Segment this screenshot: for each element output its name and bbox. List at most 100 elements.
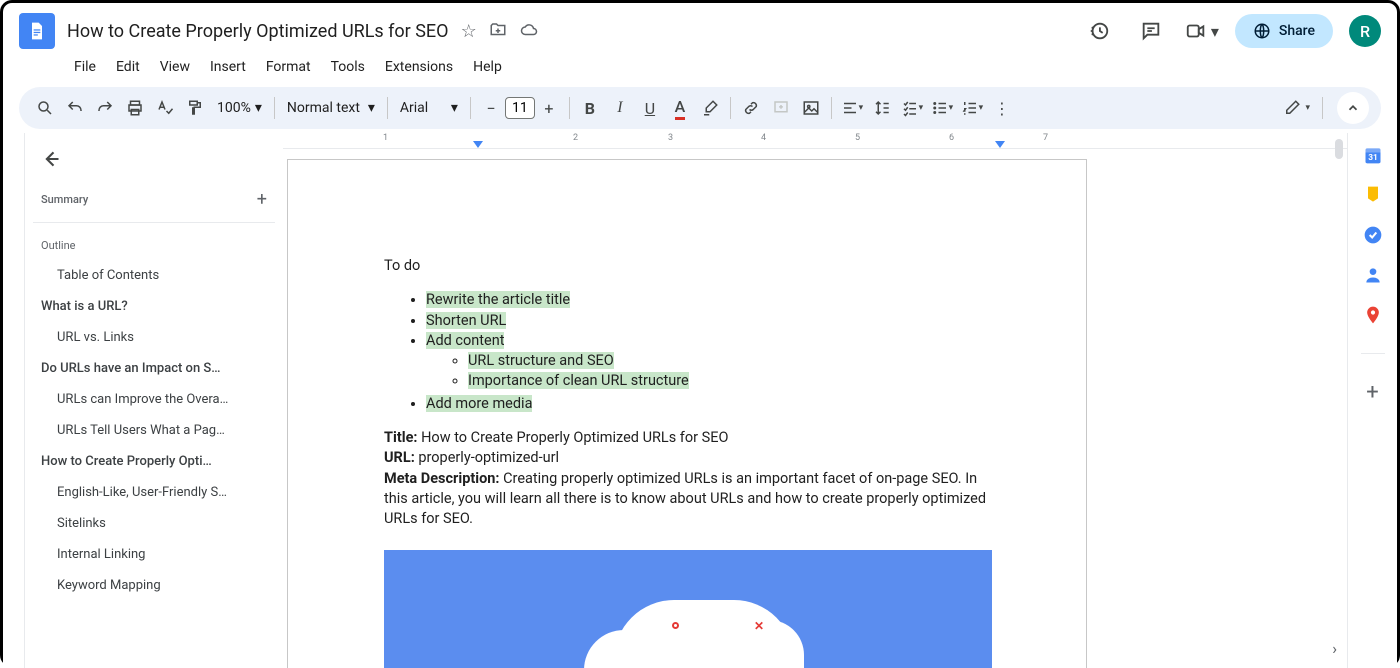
numbered-list-button[interactable]: ▾ (958, 94, 986, 122)
document-title[interactable]: How to Create Properly Optimized URLs fo… (67, 21, 449, 42)
scrollbar-thumb[interactable] (1335, 139, 1343, 159)
contacts-icon[interactable] (1363, 265, 1383, 285)
add-addon-icon[interactable]: + (1363, 382, 1383, 402)
checklist-button[interactable]: ▾ (898, 94, 926, 122)
move-icon[interactable] (489, 21, 507, 42)
outline-item[interactable]: URL vs. Links (33, 322, 275, 353)
decrease-font-icon[interactable]: − (477, 94, 505, 122)
align-button[interactable]: ▾ (838, 94, 866, 122)
keep-icon[interactable] (1363, 185, 1383, 205)
outline-item[interactable]: English-Like, User-Friendly S… (33, 477, 275, 508)
paint-format-icon[interactable] (181, 94, 209, 122)
side-panel: 31 + (1347, 133, 1397, 668)
title-label: Title: (384, 429, 417, 446)
outline-item[interactable]: What is a URL? (33, 291, 275, 322)
italic-button[interactable]: I (606, 94, 634, 122)
share-button[interactable]: Share (1235, 14, 1333, 48)
more-icon[interactable]: ⋮ (988, 94, 1016, 122)
ruler-mark: 6 (949, 133, 954, 143)
menu-format[interactable]: Format (259, 55, 318, 79)
outline-item[interactable]: URLs can Improve the Overa… (33, 384, 275, 415)
outline-sidebar: Summary + Outline Table of ContentsWhat … (25, 133, 283, 668)
indent-marker-icon[interactable] (473, 141, 483, 148)
increase-font-icon[interactable]: + (535, 94, 563, 122)
outline-item[interactable]: Keyword Mapping (33, 570, 275, 601)
ruler-mark: 5 (855, 133, 860, 143)
calendar-icon[interactable]: 31 (1363, 145, 1383, 165)
maps-icon[interactable] (1363, 305, 1383, 325)
todo-heading: To do (384, 256, 990, 276)
list-item: Shorten URL (426, 312, 506, 329)
underline-button[interactable]: U (636, 94, 664, 122)
title-value: How to Create Properly Optimized URLs fo… (417, 429, 728, 446)
insert-image-icon[interactable] (797, 94, 825, 122)
meta-label: Meta Description: (384, 470, 500, 487)
indent-marker-icon[interactable] (995, 141, 1005, 148)
ruler-mark: 3 (668, 133, 673, 143)
outline-item[interactable]: Sitelinks (33, 508, 275, 539)
header: How to Create Properly Optimized URLs fo… (3, 3, 1397, 51)
style-value: Normal text (287, 100, 360, 116)
menu-edit[interactable]: Edit (109, 55, 147, 79)
title-area: How to Create Properly Optimized URLs fo… (67, 21, 1081, 42)
menu-tools[interactable]: Tools (324, 55, 372, 79)
menu-file[interactable]: File (67, 55, 103, 79)
insert-link-icon[interactable] (737, 94, 765, 122)
line-spacing-button[interactable] (868, 94, 896, 122)
text-color-button[interactable]: A (666, 94, 694, 122)
outline-item[interactable]: Do URLs have an Impact on S… (33, 353, 275, 384)
collapse-toolbar-icon[interactable] (1337, 92, 1369, 124)
outline-item[interactable]: How to Create Properly Opti… (33, 446, 275, 477)
share-label: Share (1279, 23, 1315, 39)
font-size-control: − + (477, 94, 563, 122)
star-icon[interactable]: ☆ (461, 21, 477, 42)
chevron-down-icon: ▾ (451, 100, 458, 116)
tasks-icon[interactable] (1363, 225, 1383, 245)
highlight-color-button[interactable] (696, 94, 724, 122)
add-summary-icon[interactable]: + (257, 189, 267, 210)
outline-item[interactable]: Table of Contents (33, 260, 275, 291)
explore-chevron-icon[interactable]: › (1332, 639, 1337, 658)
zoom-select[interactable]: 100%▾ (211, 100, 268, 116)
vertical-ruler[interactable] (3, 133, 25, 668)
meta-description-row: Meta Description: Creating properly opti… (384, 469, 990, 530)
add-comment-icon[interactable] (767, 94, 795, 122)
main-area: Summary + Outline Table of ContentsWhat … (3, 133, 1397, 668)
editing-mode-button[interactable]: ▾ (1277, 94, 1316, 122)
redo-icon[interactable] (91, 94, 119, 122)
outline-item[interactable]: Internal Linking (33, 539, 275, 570)
ruler-mark: 7 (1043, 133, 1048, 143)
list-item: URL structure and SEO (468, 352, 614, 369)
search-icon[interactable] (31, 94, 59, 122)
menubar: File Edit View Insert Format Tools Exten… (3, 51, 1397, 83)
ruler-mark: 1 (383, 133, 388, 143)
menu-insert[interactable]: Insert (203, 55, 253, 79)
meet-button[interactable]: ▾ (1185, 20, 1219, 42)
comments-icon[interactable] (1133, 13, 1169, 49)
outline-item[interactable]: URLs Tell Users What a Pag… (33, 415, 275, 446)
font-select[interactable]: Arial▾ (394, 100, 464, 116)
undo-icon[interactable] (61, 94, 89, 122)
print-icon[interactable] (121, 94, 149, 122)
list-item: Rewrite the article title (426, 291, 570, 308)
docs-logo-icon[interactable] (19, 13, 55, 49)
horizontal-ruler[interactable]: 1 2 3 4 5 6 7 (283, 133, 1347, 149)
document-scroll-area[interactable]: 1 2 3 4 5 6 7 To do Rewrite the article … (283, 133, 1347, 668)
menu-extensions[interactable]: Extensions (378, 55, 460, 79)
spellcheck-icon[interactable] (151, 94, 179, 122)
menu-help[interactable]: Help (466, 55, 509, 79)
menu-view[interactable]: View (153, 55, 197, 79)
list-item: Add content (426, 332, 504, 349)
todo-list: Rewrite the article title Shorten URL Ad… (384, 290, 990, 414)
cloud-status-icon[interactable] (519, 21, 539, 42)
ruler-mark: 2 (573, 133, 578, 143)
history-icon[interactable] (1081, 13, 1117, 49)
document-page[interactable]: To do Rewrite the article title Shorten … (287, 159, 1087, 668)
paragraph-style-select[interactable]: Normal text▾ (281, 100, 381, 116)
bold-button[interactable]: B (576, 94, 604, 122)
avatar[interactable]: R (1349, 15, 1381, 47)
bulleted-list-button[interactable]: ▾ (928, 94, 956, 122)
sidebar-back-icon[interactable] (33, 145, 275, 181)
font-size-input[interactable] (505, 97, 535, 119)
meta-title-row: Title: How to Create Properly Optimized … (384, 428, 990, 448)
